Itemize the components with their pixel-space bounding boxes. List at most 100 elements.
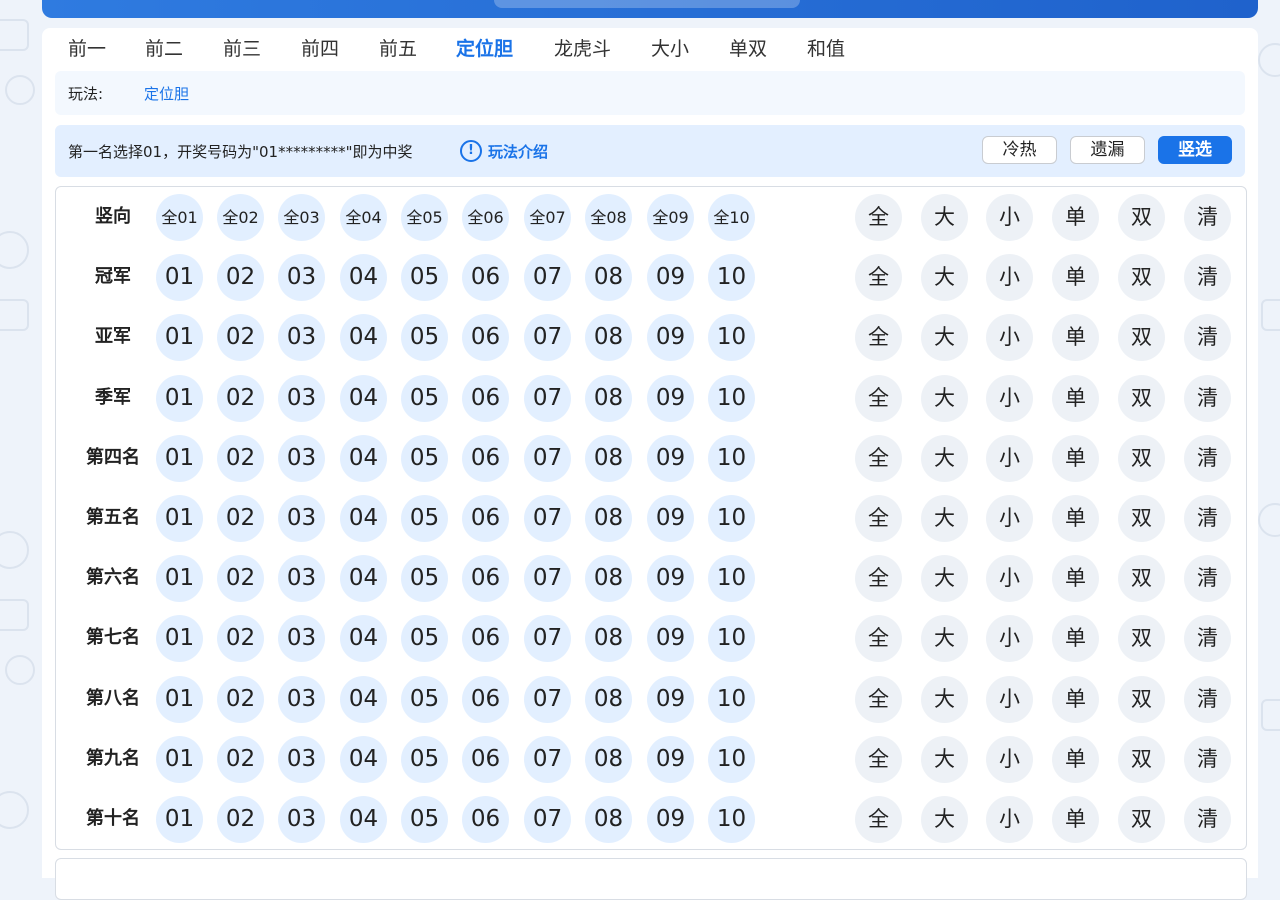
number-ball[interactable]: 09 [647,555,694,603]
clear-button[interactable]: 清 [1184,434,1231,482]
clear-button[interactable]: 清 [1184,254,1231,302]
tab-2[interactable]: 前二 [145,34,183,64]
number-ball[interactable]: 07 [524,254,571,302]
number-ball[interactable]: 05 [401,615,448,663]
number-ball[interactable]: 10 [708,495,755,542]
number-ball[interactable]: 04 [340,495,387,542]
column-select-ball[interactable]: 全05 [401,194,448,241]
number-ball[interactable]: 02 [217,254,264,302]
select-big-button[interactable]: 大 [921,254,968,302]
select-even-button[interactable]: 双 [1118,434,1165,482]
number-ball[interactable]: 05 [401,254,448,302]
number-ball[interactable]: 06 [462,555,509,603]
select-big-button[interactable]: 大 [921,615,968,663]
select-big-button[interactable]: 大 [921,796,968,843]
select-big-button[interactable]: 大 [921,495,968,542]
number-ball[interactable]: 07 [524,555,571,603]
number-ball[interactable]: 03 [278,374,325,422]
number-ball[interactable]: 09 [647,675,694,723]
number-ball[interactable]: 06 [462,254,509,302]
select-odd-button[interactable]: 单 [1052,555,1099,603]
number-ball[interactable]: 10 [708,735,755,783]
header-search-box[interactable] [494,0,800,8]
clear-button[interactable]: 清 [1184,555,1231,603]
number-ball[interactable]: 07 [524,495,571,542]
select-even-button[interactable]: 双 [1118,374,1165,422]
clear-button[interactable]: 清 [1184,735,1231,783]
clear-button[interactable]: 清 [1184,615,1231,663]
number-ball[interactable]: 07 [524,615,571,663]
number-ball[interactable]: 07 [524,735,571,783]
number-ball[interactable]: 01 [156,796,203,843]
clear-button[interactable]: 清 [1184,374,1231,422]
number-ball[interactable]: 05 [401,735,448,783]
number-ball[interactable]: 01 [156,434,203,482]
select-odd-button[interactable]: 单 [1052,254,1099,302]
number-ball[interactable]: 08 [585,735,632,783]
select-all-button[interactable]: 全 [855,796,902,843]
number-ball[interactable]: 02 [217,314,264,362]
select-all-button[interactable]: 全 [855,735,902,783]
number-ball[interactable]: 05 [401,434,448,482]
number-ball[interactable]: 05 [401,796,448,843]
number-ball[interactable]: 03 [278,495,325,542]
column-select-ball[interactable]: 全07 [524,194,571,241]
select-even-button[interactable]: 双 [1118,675,1165,723]
select-small-button[interactable]: 小 [986,615,1033,663]
number-ball[interactable]: 08 [585,314,632,362]
number-ball[interactable]: 08 [585,374,632,422]
number-ball[interactable]: 02 [217,434,264,482]
select-all-button[interactable]: 全 [855,495,902,542]
number-ball[interactable]: 04 [340,254,387,302]
number-ball[interactable]: 02 [217,555,264,603]
number-ball[interactable]: 01 [156,254,203,302]
select-big-button[interactable]: 大 [921,434,968,482]
select-small-button[interactable]: 小 [986,675,1033,723]
number-ball[interactable]: 04 [340,434,387,482]
missing-button[interactable]: 遗漏 [1070,136,1145,164]
select-small-button[interactable]: 小 [986,374,1033,422]
number-ball[interactable]: 10 [708,254,755,302]
select-even-button[interactable]: 双 [1118,314,1165,362]
number-ball[interactable]: 06 [462,314,509,362]
number-ball[interactable]: 03 [278,555,325,603]
number-ball[interactable]: 04 [340,615,387,663]
number-ball[interactable]: 04 [340,675,387,723]
number-ball[interactable]: 07 [524,796,571,843]
number-ball[interactable]: 02 [217,735,264,783]
number-ball[interactable]: 01 [156,374,203,422]
number-ball[interactable]: 08 [585,555,632,603]
tab-10[interactable]: 和值 [807,34,845,64]
select-odd-button[interactable]: 单 [1052,735,1099,783]
number-ball[interactable]: 06 [462,675,509,723]
select-big-button[interactable]: 大 [921,194,968,241]
number-ball[interactable]: 10 [708,555,755,603]
number-ball[interactable]: 09 [647,374,694,422]
number-ball[interactable]: 05 [401,314,448,362]
number-ball[interactable]: 01 [156,495,203,542]
select-all-button[interactable]: 全 [855,374,902,422]
select-even-button[interactable]: 双 [1118,495,1165,542]
number-ball[interactable]: 02 [217,796,264,843]
select-big-button[interactable]: 大 [921,314,968,362]
number-ball[interactable]: 04 [340,555,387,603]
number-ball[interactable]: 10 [708,615,755,663]
number-ball[interactable]: 03 [278,796,325,843]
select-big-button[interactable]: 大 [921,374,968,422]
vertical-select-button[interactable]: 竖选 [1158,136,1232,164]
number-ball[interactable]: 06 [462,796,509,843]
number-ball[interactable]: 09 [647,796,694,843]
column-select-ball[interactable]: 全09 [647,194,694,241]
select-big-button[interactable]: 大 [921,555,968,603]
select-small-button[interactable]: 小 [986,796,1033,843]
number-ball[interactable]: 10 [708,434,755,482]
number-ball[interactable]: 04 [340,314,387,362]
select-odd-button[interactable]: 单 [1052,194,1099,241]
number-ball[interactable]: 08 [585,675,632,723]
number-ball[interactable]: 09 [647,735,694,783]
select-all-button[interactable]: 全 [855,675,902,723]
number-ball[interactable]: 03 [278,254,325,302]
number-ball[interactable]: 06 [462,434,509,482]
number-ball[interactable]: 10 [708,314,755,362]
clear-button[interactable]: 清 [1184,796,1231,843]
